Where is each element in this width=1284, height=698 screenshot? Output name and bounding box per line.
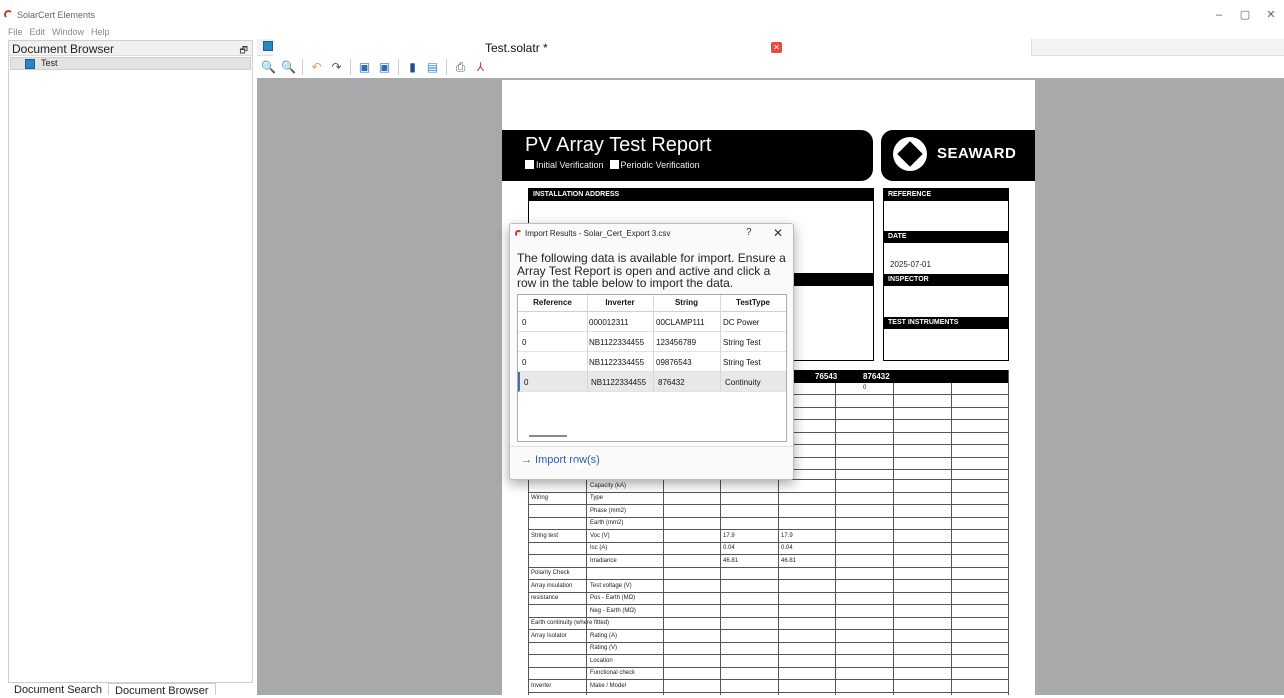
menu-help[interactable]: Help	[91, 27, 110, 37]
import-table-cell: NB1122334455	[591, 378, 647, 387]
col-inverter: Inverter	[605, 298, 635, 307]
import-table-row[interactable]: 0 000012311 00CLAMP111 DC Power	[518, 312, 786, 332]
panel-header: Document Browser 🗗	[9, 41, 252, 56]
import-table-cell: String Test	[723, 338, 761, 347]
save-icon[interactable]: ▣	[356, 59, 373, 76]
col-string: String	[674, 298, 699, 307]
tab-document-search[interactable]: Document Search	[8, 683, 108, 696]
template-icon[interactable]: ▤	[424, 59, 441, 76]
close-window-button[interactable]: ✕	[1260, 8, 1282, 22]
import-table-cell: 876432	[658, 378, 685, 387]
toolbar-separator	[302, 59, 303, 75]
grid-col-line	[893, 383, 894, 695]
maximize-button[interactable]: ▢	[1234, 8, 1256, 22]
table-col-line	[587, 295, 588, 392]
periodic-verification-checkbox[interactable]: Periodic Verification	[609, 160, 700, 170]
import-results-dialog: Import Results - Solar_Cert_Export 3.csv…	[509, 223, 794, 480]
minimize-button[interactable]: –	[1208, 8, 1230, 22]
table-col-line	[720, 295, 721, 392]
zoom-out-icon[interactable]: 🔍	[280, 59, 297, 76]
undo-icon[interactable]: ↶	[308, 59, 325, 76]
import-table-row[interactable]: 0 NB1122334455 123456789 String Test	[518, 332, 786, 352]
zoom-in-icon[interactable]: 🔍	[260, 59, 277, 76]
import-table: Reference Inverter String TestType 0 0000…	[517, 294, 787, 442]
col-reference: Reference	[533, 298, 572, 307]
import-table-cell: 0	[522, 318, 527, 327]
dialog-title-bar: Import Results - Solar_Cert_Export 3.csv…	[510, 224, 793, 244]
import-icon[interactable]: ▮	[404, 59, 421, 76]
toolbar-separator	[350, 59, 351, 75]
app-logo-icon	[515, 230, 522, 237]
app-title: SolarCert Elements	[17, 10, 96, 20]
col-testtype: TestType	[736, 298, 770, 307]
brand-name: SEAWARD	[937, 145, 1017, 162]
save-as-icon[interactable]: ▣	[376, 59, 393, 76]
import-table-cell: DC Power	[723, 318, 760, 327]
reference-column-box[interactable]: REFERENCE DATE 2025-07-01 INSPECTOR TEST…	[883, 188, 1009, 361]
close-tab-icon[interactable]: ✕	[771, 42, 782, 53]
import-table-row[interactable]: 0 NB1122334455 09876543 String Test	[518, 352, 786, 372]
tab-document-browser[interactable]: Document Browser	[108, 683, 216, 697]
date-header: DATE	[884, 231, 1008, 243]
document-tab-title: Test.solatr *	[485, 41, 548, 55]
initial-verification-checkbox[interactable]: Initial Verification	[525, 160, 604, 170]
inspector-header: INSPECTOR	[884, 274, 1008, 286]
installation-address-header: INSTALLATION ADDRESS	[529, 189, 873, 201]
test-instruments-header: TEST INSTRUMENTS	[884, 317, 1008, 329]
tree-item-test[interactable]: Test	[10, 57, 251, 70]
import-table-cell: NB1122334455	[589, 338, 645, 347]
redo-icon[interactable]: ↷	[328, 59, 345, 76]
tree-item-label: Test	[41, 58, 58, 68]
import-table-cell: Continuity	[725, 378, 761, 387]
import-rows-button[interactable]: → Import row(s)	[521, 454, 600, 466]
title-bar: SolarCert Elements – ▢ ✕	[0, 0, 1284, 26]
report-title: PV Array Test Report	[525, 134, 712, 156]
dialog-close-button[interactable]: ✕	[773, 226, 783, 240]
menu-window[interactable]: Window	[52, 27, 84, 37]
bottom-tabs: Document Search Document Browser	[8, 683, 216, 697]
import-table-header: Reference Inverter String TestType	[518, 295, 786, 312]
menu-edit[interactable]: Edit	[30, 27, 46, 37]
horizontal-scrollbar[interactable]	[529, 435, 567, 437]
app-logo-icon	[4, 10, 13, 19]
brand-block: SEAWARD	[881, 130, 1035, 181]
document-icon	[263, 41, 273, 51]
menu-bar: File Edit Window Help	[8, 27, 110, 37]
menu-file[interactable]: File	[8, 27, 23, 37]
toolbar-separator	[446, 59, 447, 75]
panel-title: Document Browser	[12, 42, 115, 56]
import-table-cell: 000012311	[589, 318, 629, 327]
document-tab-bar: Test.solatr * ✕	[257, 39, 1284, 56]
pdf-icon[interactable]: ⅄	[472, 59, 489, 76]
dialog-divider	[510, 446, 793, 447]
document-icon	[25, 59, 35, 69]
print-icon[interactable]: ⎙	[452, 59, 469, 76]
dialog-message: The following data is available for impo…	[517, 251, 786, 290]
dialog-title: Import Results - Solar_Cert_Export 3.csv	[525, 229, 671, 238]
grid-col-line	[951, 383, 952, 695]
report-banner: PV Array Test Report Initial Verificatio…	[502, 130, 873, 181]
import-table-cell: 00CLAMP111	[656, 318, 705, 327]
reference-header: REFERENCE	[884, 189, 1008, 201]
import-table-cell: String Test	[723, 358, 761, 367]
import-table-cell: 0	[524, 378, 529, 387]
toolbar: 🔍 🔍 ↶ ↷ ▣ ▣ ▮ ▤ ⎙ ⅄	[257, 56, 1284, 78]
table-col-line	[653, 295, 654, 392]
document-tab[interactable]: Test.solatr * ✕	[273, 39, 1032, 56]
import-table-cell: NB1122334455	[589, 358, 645, 367]
date-value: 2025-07-01	[890, 260, 931, 269]
import-table-cell: 123456789	[656, 338, 697, 347]
import-table-row[interactable]: 0 NB1122334455 876432 Continuity	[518, 372, 786, 392]
help-button[interactable]: ?	[746, 227, 752, 238]
grid-col-line	[835, 383, 836, 695]
seaward-logo-icon	[893, 137, 927, 171]
import-table-cell: 0	[522, 358, 527, 367]
verification-options: Initial Verification Periodic Verificati…	[525, 160, 700, 170]
toolbar-separator	[398, 59, 399, 75]
import-table-cell: 09876543	[656, 358, 692, 367]
import-table-cell: 0	[522, 338, 527, 347]
document-browser-panel: Document Browser 🗗 Test	[8, 40, 253, 683]
